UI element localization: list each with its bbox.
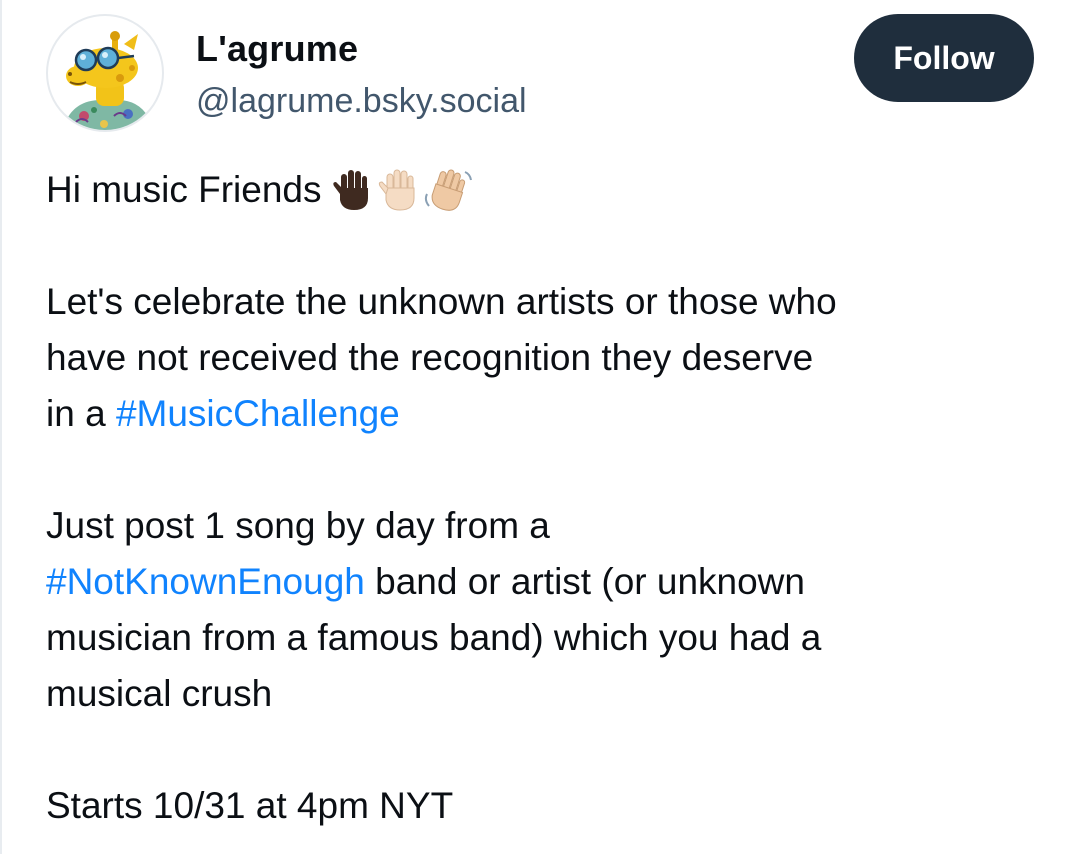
thread-border xyxy=(0,0,2,854)
post-text-line: Just post 1 song by day from a xyxy=(46,505,550,546)
post-text-line: have not received the recognition they d… xyxy=(46,337,814,378)
post-text-line: band or artist (or unknown xyxy=(364,561,805,602)
author-handle[interactable]: @lagrume.bsky.social xyxy=(196,82,527,121)
post-line: Just post 1 song by day from a xyxy=(46,498,1046,554)
follow-button[interactable]: Follow xyxy=(854,14,1034,102)
post-line: Let's celebrate the unknown artists or t… xyxy=(46,274,1046,330)
post-text-line: Let's celebrate the unknown artists or t… xyxy=(46,281,837,322)
post-line: musical crush xyxy=(46,666,1046,722)
raised-hand-light-emoji-icon xyxy=(378,169,414,211)
hashtag-not-known-enough-link[interactable]: #NotKnownEnough xyxy=(46,554,365,610)
greeting-emojis xyxy=(332,168,472,212)
post-text-line: Starts 10/31 at 4pm NYT xyxy=(46,785,454,826)
avatar[interactable] xyxy=(46,14,164,132)
post-line: have not received the recognition they d… xyxy=(46,330,1046,386)
greeting-text: Hi music Friends xyxy=(46,169,322,210)
post-text-line: in a xyxy=(46,393,116,434)
post-line: in a #MusicChallenge xyxy=(46,386,1046,442)
hashtag-music-challenge-link[interactable]: #MusicChallenge xyxy=(116,386,400,442)
post-line: musician from a famous band) which you h… xyxy=(46,610,1046,666)
post-text-line: musician from a famous band) which you h… xyxy=(46,617,822,658)
post-line: Starts 10/31 at 4pm NYT xyxy=(46,778,1046,834)
post-text-line: musical crush xyxy=(46,673,273,714)
post-line: #NotKnownEnough band or artist (or unkno… xyxy=(46,554,1046,610)
author-display-name[interactable]: L'agrume xyxy=(196,28,358,70)
post-line: Hi music Friends xyxy=(46,162,1046,218)
waving-hand-emoji-icon xyxy=(424,169,472,211)
post-text: Hi music Friends Let's celebrate the unk… xyxy=(46,162,1046,834)
raised-hand-dark-emoji-icon xyxy=(332,170,368,210)
post-header: L'agrume @lagrume.bsky.social Follow xyxy=(46,14,1036,134)
giraffe-avatar-icon xyxy=(62,31,154,130)
